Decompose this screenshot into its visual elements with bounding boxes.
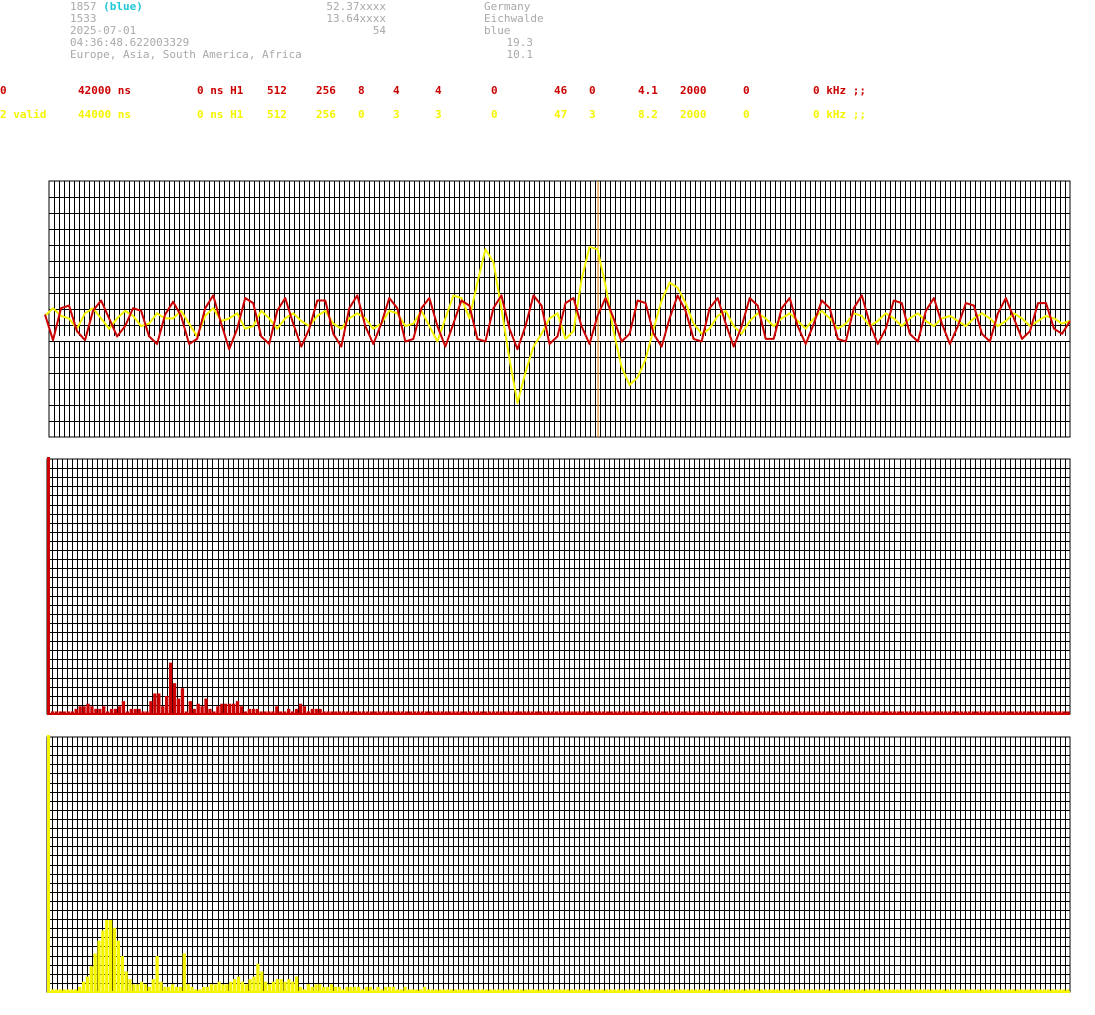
spectrum-yellow-bar — [116, 940, 121, 992]
plot-frame — [46, 736, 1071, 993]
spectrum-red-bar — [231, 703, 236, 714]
spectrum-yellow-bar — [120, 956, 124, 992]
spectrum-yellow-bar — [283, 981, 287, 992]
spectrum-yellow-bar — [143, 984, 148, 992]
spectrum-yellow-bar — [186, 984, 190, 992]
spectrum-red-bar — [196, 703, 200, 714]
spectrum-red-bar — [227, 703, 232, 714]
spectrum-red-grid — [46, 458, 1071, 715]
spectrum-yellow-bar — [101, 930, 105, 992]
spectrum-red-bar — [168, 662, 173, 714]
spectrum-yellow-bar — [287, 979, 291, 992]
spectrum-yellow-bar — [136, 984, 140, 992]
spectrum-yellow-bar — [140, 981, 144, 992]
spectrum-yellow-bar — [248, 979, 252, 992]
spectrum-red-bar — [180, 688, 185, 714]
spectrum-yellow-bar — [229, 981, 233, 992]
spectrum-yellow-bar — [171, 984, 175, 992]
spectrum-yellow-bar — [213, 984, 217, 992]
spectrum-red-bar — [82, 706, 86, 714]
spectrum-red-bar — [200, 706, 204, 714]
spectrum-yellow-bar — [217, 981, 221, 992]
spectrum-red-bar — [188, 701, 192, 714]
spectrum-red-bar — [224, 703, 228, 714]
spectrum-yellow-bar — [128, 979, 132, 992]
spectrum-yellow-bar — [182, 953, 186, 992]
spectrum-red-bar — [121, 701, 126, 714]
spectrum-red-bar — [239, 706, 244, 714]
spectrum-red-bar — [298, 703, 303, 714]
spectrum-red-bar — [149, 701, 153, 714]
spectrum-yellow-bar — [159, 981, 163, 992]
spectrum-yellow-bar — [109, 920, 113, 992]
spectrum-yellow-bar — [112, 927, 117, 992]
spectrum-yellow-bar — [85, 976, 90, 992]
spectrum-yellow-bar — [233, 979, 237, 992]
spectrum-red-bar — [161, 706, 165, 714]
spectrum-yellow-bar — [252, 976, 256, 992]
spectrum-yellow-bar — [105, 920, 109, 992]
spectrum-red-bar — [302, 706, 307, 714]
spectrum-red-bar — [204, 698, 208, 714]
spectrum-red-bar — [275, 706, 279, 714]
spectrum-red-bar — [220, 703, 224, 714]
spectrum-yellow-bar — [97, 940, 101, 992]
spectrum-red-bar — [47, 457, 50, 714]
spectrum-red-bar — [153, 693, 157, 714]
spectrum-red-bar — [90, 706, 94, 714]
charts-canvas — [44, 180, 1071, 993]
spectrum-yellow-bar — [155, 956, 159, 992]
spectrum-yellow-bar — [225, 984, 229, 992]
spectrum-yellow-bar — [329, 984, 334, 992]
spectrum-yellow-bar — [151, 979, 155, 992]
spectrum-red-bar — [157, 693, 161, 714]
spectrum-yellow-bar — [275, 979, 279, 992]
spectrum-yellow-bar — [47, 735, 50, 992]
spectrum-yellow-bar — [267, 984, 272, 992]
spectrum-yellow-bar — [264, 981, 268, 992]
spectrum-yellow-bar — [314, 984, 318, 992]
spectrum-yellow-bar — [89, 966, 93, 992]
spectrum-yellow-bar — [236, 976, 241, 992]
spectrum-yellow-bar — [244, 984, 248, 992]
spectrum-yellow-bar — [81, 981, 86, 992]
plot-frame — [46, 458, 1071, 715]
spectrum-red-bar — [86, 703, 90, 714]
spectrum-yellow-bar — [279, 979, 283, 992]
waveform-panel — [48, 180, 1071, 438]
spectrum-red-bar — [117, 706, 122, 714]
spectrum-yellow-bar — [256, 963, 260, 992]
spectrum-yellow-bar — [318, 984, 322, 992]
spectrum-yellow-bar — [93, 953, 97, 992]
spectrum-yellow-bar — [240, 981, 245, 992]
spectrum-yellow-bar — [306, 984, 310, 992]
spectrum-yellow-bar — [209, 984, 214, 992]
spectrum-yellow-bar — [260, 971, 264, 992]
spectrum-red-bar — [78, 706, 82, 714]
spectrum-yellow-bar — [132, 984, 136, 992]
spectrum-yellow-bar — [221, 984, 225, 992]
spectrum-red-bar — [172, 683, 177, 714]
spectrum-red-bar — [102, 706, 106, 714]
spectrum-red-bar — [176, 698, 181, 714]
spectrum-red-bar — [235, 701, 240, 714]
spectrum-yellow-bar — [271, 981, 276, 992]
spectrum-yellow-bar — [291, 981, 295, 992]
spectrum-red-bar — [165, 696, 169, 714]
spectrum-yellow-grid — [46, 736, 1071, 993]
spectrum-yellow-bar — [295, 976, 299, 992]
spectrum-yellow-bar — [124, 971, 128, 992]
spectrum-red-bar — [216, 706, 220, 714]
